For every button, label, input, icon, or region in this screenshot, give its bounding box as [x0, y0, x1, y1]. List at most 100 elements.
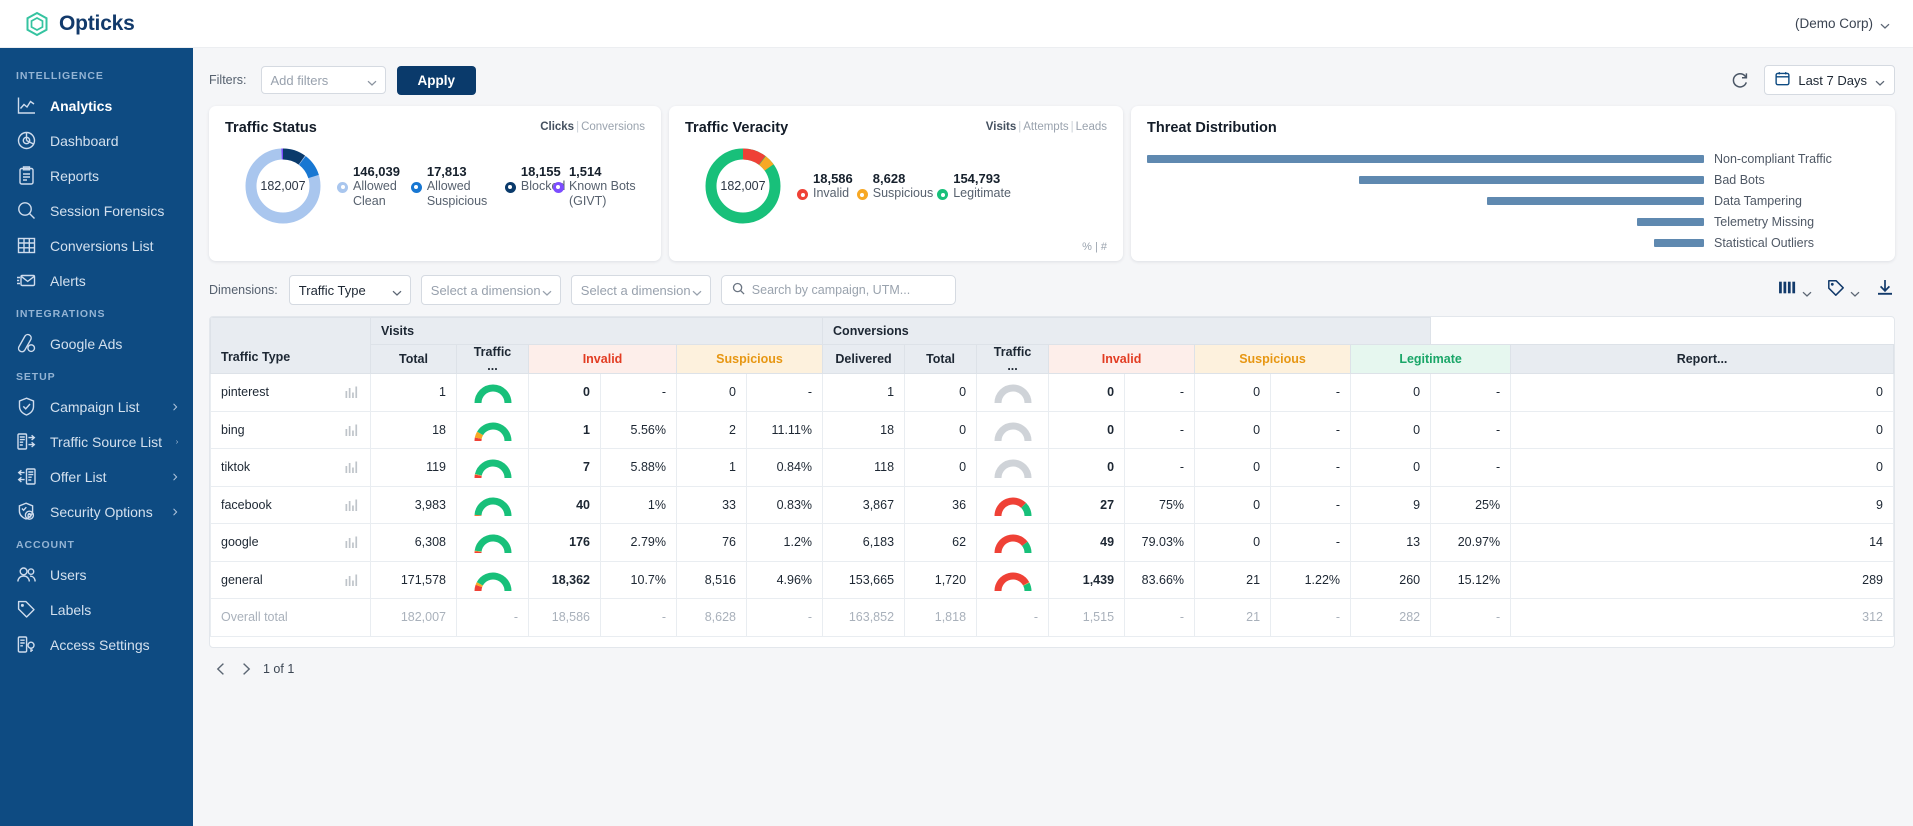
sidebar-item-dashboard[interactable]: Dashboard	[0, 123, 193, 158]
apply-button[interactable]: Apply	[396, 65, 477, 95]
threat-label: Telemetry Missing	[1714, 214, 1815, 229]
legend-item: 8,628 Suspicious	[856, 171, 935, 201]
table-cell: 20.97%	[1430, 523, 1512, 562]
sidebar-item-label: Session Forensics	[50, 202, 165, 219]
summary-cards: Traffic Status Clicks | Conversions 182,00…	[209, 106, 1895, 261]
sidebar-item-alerts[interactable]: Alerts	[0, 263, 193, 298]
table-column-header[interactable]: Traffic ...	[456, 344, 529, 374]
sidebar-item-reports[interactable]: Reports	[0, 158, 193, 193]
sidebar-item-labels[interactable]: Labels	[0, 592, 193, 627]
columns-picker[interactable]	[1778, 280, 1812, 300]
table-row[interactable]: bing 18 1 5.56% 2 11.11% 18 0 0-0-0-0	[210, 410, 1894, 449]
sparkline-icon[interactable]	[345, 460, 360, 474]
traffic-gauge-cell	[456, 410, 529, 449]
row-label: pinterest	[221, 385, 269, 400]
table-column-header[interactable]: Total	[370, 344, 457, 374]
table-row[interactable]: tiktok 119 7 5.88% 1 0.84% 118 0 0-0-0-0	[210, 448, 1894, 487]
sparkline-icon[interactable]	[345, 385, 360, 399]
sidebar-item-users[interactable]: Users	[0, 557, 193, 592]
table-row-name-cell: facebook	[210, 485, 371, 524]
search-icon	[732, 282, 745, 298]
sidebar-item-security-options[interactable]: Security Options	[0, 494, 193, 529]
legend-value: 1,514	[568, 163, 602, 179]
chevron-right-icon[interactable]	[238, 661, 254, 677]
table-cell: -	[1270, 485, 1352, 524]
table-column-header[interactable]: Invalid	[1048, 344, 1196, 374]
legend-value: 18,586	[813, 171, 853, 187]
table-row[interactable]: general 171,578 18,362 10.7% 8,516 4.96% 153,6…	[210, 560, 1894, 599]
table-cell: -	[1430, 410, 1512, 449]
table-column-header[interactable]: Legitimate	[1350, 344, 1512, 374]
sidebar-item-label: Reports	[50, 167, 100, 184]
table-row[interactable]: pinterest 1 0-0-1 0 0-0-0-0	[210, 373, 1894, 412]
chevron-left-icon[interactable]	[213, 661, 229, 677]
legend-label: Known Bots (GIVT)	[568, 178, 636, 208]
sidebar-item-analytics[interactable]: Analytics	[0, 88, 193, 123]
dimension-1-select[interactable]: Traffic Type	[288, 275, 411, 305]
table-column-header[interactable]: Invalid	[528, 344, 677, 374]
table-column-header[interactable]: Suspicious	[675, 344, 824, 374]
pie-chart-icon	[17, 131, 36, 150]
table-row[interactable]: facebook 3,983 40 1% 33 0.83% 3,867 36 27 75% 0-9 2…	[210, 485, 1894, 524]
table-cell: 0.84%	[745, 448, 824, 487]
table-row-header[interactable]: Traffic Type	[210, 317, 371, 374]
traffic-gauge-cell	[976, 560, 1050, 599]
unit-leads[interactable]: Leads	[1076, 121, 1107, 133]
table-column-header[interactable]: Traffic ...	[976, 344, 1050, 374]
add-filters-select[interactable]: Add filters	[260, 66, 386, 94]
shield-lock-icon	[18, 502, 35, 520]
sidebar-item-conversions-list[interactable]: Conversions List	[0, 228, 193, 263]
table-cell: 21	[1194, 560, 1272, 599]
sidebar-item-access-settings[interactable]: Access Settings	[0, 627, 193, 662]
dimension-1-value: Traffic Type	[298, 282, 366, 298]
add-filters-value: Add filters	[270, 72, 329, 88]
table-cell: 0	[528, 373, 601, 412]
traffic-veracity-footer[interactable]: % | #	[1082, 241, 1107, 253]
table-row[interactable]: google 6,308 176 2.79% 76 1.2% 6,183 62 49 79.03%…	[210, 523, 1894, 562]
unit-visits[interactable]: Visits	[986, 121, 1016, 133]
unit-attempts[interactable]: Attempts	[1023, 121, 1068, 133]
sparkline-icon[interactable]	[345, 573, 360, 587]
brand[interactable]: Opticks	[24, 11, 135, 37]
download-icon[interactable]	[1875, 278, 1895, 303]
table-cell: 6,308	[370, 523, 457, 562]
refresh-icon[interactable]	[1730, 70, 1750, 90]
total-cell: -	[745, 598, 824, 637]
table-column-header[interactable]: Report...	[1510, 344, 1894, 374]
total-cell: -	[1430, 598, 1512, 637]
traffic-veracity-unit-toggle[interactable]: Visits | Attempts | Leads	[986, 121, 1107, 133]
chevron-right-icon[interactable]	[175, 438, 179, 446]
chevron-right-icon[interactable]	[171, 402, 179, 411]
labels-picker[interactable]	[1827, 279, 1860, 302]
dimension-2-select[interactable]: Select a dimension	[420, 275, 561, 305]
sparkline-icon[interactable]	[345, 535, 360, 549]
account-switcher[interactable]: (Demo Corp)	[1795, 16, 1890, 31]
chevron-right-icon[interactable]	[171, 472, 179, 481]
table-column-header[interactable]: Suspicious	[1194, 344, 1352, 374]
sidebar-item-offer-list[interactable]: Offer List	[0, 459, 193, 494]
sparkline-icon[interactable]	[345, 498, 360, 512]
sidebar-item-session-forensics[interactable]: Session Forensics	[0, 193, 193, 228]
chevron-right-icon[interactable]	[171, 507, 179, 516]
traffic-status-unit-toggle[interactable]: Clicks | Conversions	[540, 121, 645, 133]
search-input[interactable]: Search by campaign, UTM...	[720, 275, 956, 305]
sidebar-item-traffic-source-list[interactable]: Traffic Source List	[0, 424, 193, 459]
sidebar-item-google-ads[interactable]: Google Ads	[0, 326, 193, 361]
sparkline-icon[interactable]	[345, 423, 360, 437]
table-cell: 1.22%	[1270, 560, 1352, 599]
table-cell: 0	[1194, 448, 1272, 487]
table-cell: 0	[1350, 410, 1432, 449]
table-column-header[interactable]: Total	[904, 344, 978, 374]
sidebar-item-campaign-list[interactable]: Campaign List	[0, 389, 193, 424]
table-cell: 18	[822, 410, 906, 449]
access-key-icon	[17, 636, 35, 653]
dimension-3-select[interactable]: Select a dimension	[570, 275, 711, 305]
date-range-picker[interactable]: Last 7 Days	[1764, 65, 1895, 95]
table-column-header[interactable]: Delivered	[822, 344, 906, 374]
table-cell: 1.2%	[745, 523, 824, 562]
table-cell: 260	[1350, 560, 1432, 599]
unit-clicks[interactable]: Clicks	[540, 121, 574, 133]
unit-conversions[interactable]: Conversions	[581, 121, 645, 133]
table-cell: 18	[370, 410, 457, 449]
table-cell: 176	[528, 523, 601, 562]
